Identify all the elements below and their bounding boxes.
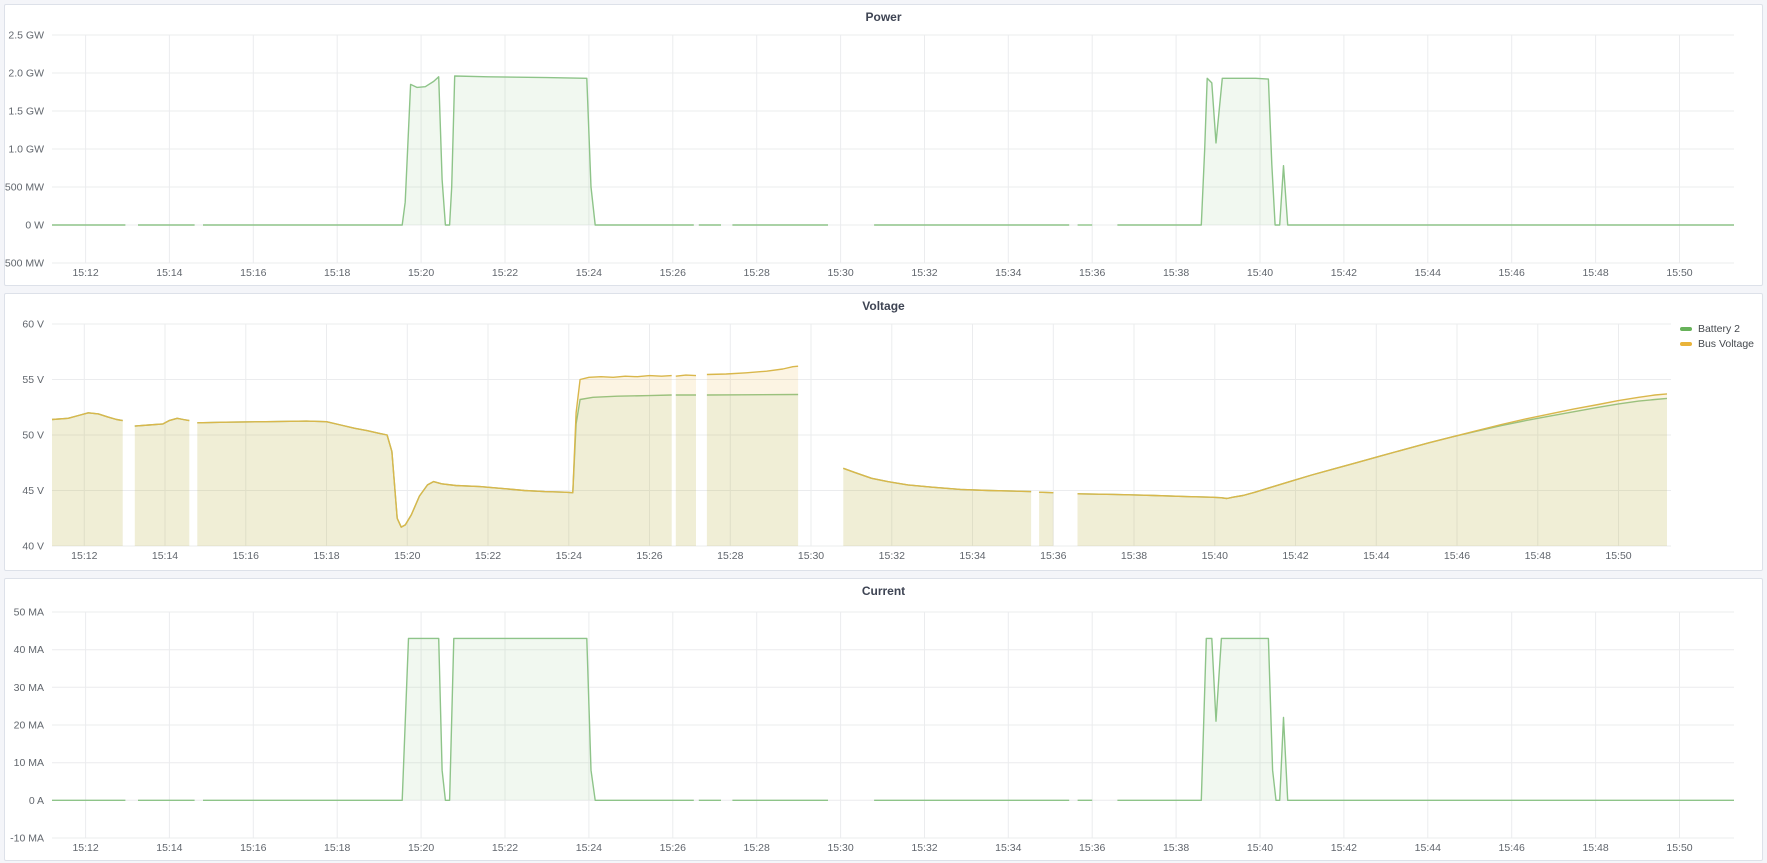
svg-text:15:50: 15:50: [1666, 267, 1692, 279]
dashboard: Power 15:12 15:14 15:16 15:18 15:20 15:22 15:2…: [0, 0, 1767, 861]
svg-text:500 MW: 500 MW: [5, 182, 44, 194]
svg-text:15:28: 15:28: [717, 550, 743, 562]
svg-text:0 W: 0 W: [25, 220, 44, 232]
current-chart-canvas[interactable]: 15:12 15:14 15:16 15:18 15:20 15:22 15:24 15:26…: [5, 603, 1762, 860]
svg-text:15:32: 15:32: [911, 267, 937, 279]
svg-text:40 MA: 40 MA: [14, 644, 44, 656]
legend-item-bus-voltage[interactable]: Bus Voltage: [1680, 339, 1754, 350]
panel-title-power[interactable]: Power: [5, 5, 1762, 29]
svg-text:15:46: 15:46: [1499, 267, 1525, 279]
svg-text:15:28: 15:28: [744, 842, 770, 854]
svg-text:15:20: 15:20: [408, 267, 434, 279]
svg-text:15:48: 15:48: [1582, 267, 1608, 279]
svg-text:15:46: 15:46: [1499, 842, 1525, 854]
svg-text:15:18: 15:18: [324, 267, 350, 279]
svg-text:15:42: 15:42: [1331, 267, 1357, 279]
voltage-chart-canvas[interactable]: 15:12 15:14 15:16 15:18 15:20 15:22 15:24 15:26…: [5, 318, 1762, 570]
svg-text:15:32: 15:32: [911, 842, 937, 854]
svg-text:15:14: 15:14: [156, 267, 182, 279]
svg-text:15:16: 15:16: [240, 842, 266, 854]
svg-text:15:28: 15:28: [744, 267, 770, 279]
svg-text:15:48: 15:48: [1525, 550, 1551, 562]
svg-text:15:48: 15:48: [1582, 842, 1608, 854]
svg-text:15:20: 15:20: [394, 550, 420, 562]
svg-text:15:14: 15:14: [152, 550, 178, 562]
svg-text:15:12: 15:12: [72, 267, 98, 279]
svg-text:15:24: 15:24: [576, 267, 602, 279]
svg-text:15:42: 15:42: [1282, 550, 1308, 562]
svg-text:15:22: 15:22: [475, 550, 501, 562]
svg-text:15:26: 15:26: [636, 550, 662, 562]
power-chart-canvas[interactable]: 15:12 15:14 15:16 15:18 15:20 15:22 15:24 15:26…: [5, 29, 1762, 285]
svg-text:55 V: 55 V: [22, 374, 44, 386]
panel-title-voltage[interactable]: Voltage: [5, 294, 1762, 318]
svg-text:15:22: 15:22: [492, 842, 518, 854]
svg-text:1.0 GW: 1.0 GW: [8, 144, 44, 156]
svg-text:-10 MA: -10 MA: [10, 833, 44, 845]
svg-text:15:30: 15:30: [827, 842, 853, 854]
svg-text:60 V: 60 V: [22, 319, 44, 331]
svg-text:15:38: 15:38: [1121, 550, 1147, 562]
panel-title-current[interactable]: Current: [5, 579, 1762, 603]
svg-text:15:36: 15:36: [1079, 267, 1105, 279]
svg-text:15:40: 15:40: [1202, 550, 1228, 562]
svg-text:15:42: 15:42: [1331, 842, 1357, 854]
svg-text:20 MA: 20 MA: [14, 720, 44, 732]
svg-text:15:32: 15:32: [879, 550, 905, 562]
svg-text:15:44: 15:44: [1415, 842, 1441, 854]
svg-text:15:36: 15:36: [1040, 550, 1066, 562]
legend-item-battery-2[interactable]: Battery 2: [1680, 324, 1754, 335]
svg-text:15:50: 15:50: [1666, 842, 1692, 854]
legend-label-battery-2: Battery 2: [1698, 324, 1740, 335]
svg-text:15:44: 15:44: [1363, 550, 1389, 562]
svg-text:15:12: 15:12: [71, 550, 97, 562]
svg-text:2.5 GW: 2.5 GW: [8, 30, 44, 42]
voltage-chart-area: 15:12 15:14 15:16 15:18 15:20 15:22 15:24 15:26…: [5, 318, 1762, 570]
voltage-legend: Battery 2 Bus Voltage: [1680, 324, 1754, 349]
power-chart-area: 15:12 15:14 15:16 15:18 15:20 15:22 15:24 15:26…: [5, 29, 1762, 285]
svg-text:15:20: 15:20: [408, 842, 434, 854]
svg-text:15:24: 15:24: [556, 550, 582, 562]
svg-text:15:40: 15:40: [1247, 267, 1273, 279]
svg-text:15:18: 15:18: [324, 842, 350, 854]
svg-text:15:40: 15:40: [1247, 842, 1273, 854]
svg-text:15:16: 15:16: [240, 267, 266, 279]
svg-text:15:34: 15:34: [995, 267, 1021, 279]
svg-text:1.5 GW: 1.5 GW: [8, 106, 44, 118]
svg-text:15:38: 15:38: [1163, 267, 1189, 279]
battery-2-series-swatch: [1680, 327, 1692, 331]
svg-text:15:12: 15:12: [72, 842, 98, 854]
svg-text:15:30: 15:30: [798, 550, 824, 562]
svg-text:10 MA: 10 MA: [14, 757, 44, 769]
legend-label-bus-voltage: Bus Voltage: [1698, 339, 1754, 350]
svg-text:15:30: 15:30: [827, 267, 853, 279]
svg-text:15:16: 15:16: [233, 550, 259, 562]
svg-text:15:36: 15:36: [1079, 842, 1105, 854]
svg-text:15:34: 15:34: [959, 550, 985, 562]
svg-text:2.0 GW: 2.0 GW: [8, 68, 44, 80]
svg-text:15:22: 15:22: [492, 267, 518, 279]
svg-text:40 V: 40 V: [22, 541, 44, 553]
svg-text:50 MA: 50 MA: [14, 607, 44, 619]
svg-text:45 V: 45 V: [22, 485, 44, 497]
svg-text:0 A: 0 A: [29, 795, 44, 807]
panel-power: Power 15:12 15:14 15:16 15:18 15:20 15:22 15:2…: [4, 4, 1763, 286]
svg-text:15:34: 15:34: [995, 842, 1021, 854]
svg-text:15:44: 15:44: [1415, 267, 1441, 279]
svg-text:15:18: 15:18: [313, 550, 339, 562]
panel-current: Current 15:1215:1415:1615:1815:2015:2215…: [4, 578, 1763, 861]
svg-text:15:38: 15:38: [1163, 842, 1189, 854]
svg-text:-500 MW: -500 MW: [5, 258, 44, 270]
svg-text:15:26: 15:26: [660, 842, 686, 854]
svg-text:15:24: 15:24: [576, 842, 602, 854]
current-chart-area: 15:12 15:14 15:16 15:18 15:20 15:22 15:24 15:26…: [5, 603, 1762, 860]
svg-text:15:14: 15:14: [156, 842, 182, 854]
svg-text:30 MA: 30 MA: [14, 682, 44, 694]
bus-voltage-series-swatch: [1680, 342, 1692, 346]
svg-text:15:50: 15:50: [1605, 550, 1631, 562]
svg-text:15:46: 15:46: [1444, 550, 1470, 562]
svg-text:15:26: 15:26: [660, 267, 686, 279]
svg-text:50 V: 50 V: [22, 430, 44, 442]
panel-voltage: Voltage 15:1215:1415:1615:1815:2015:2215…: [4, 293, 1763, 571]
